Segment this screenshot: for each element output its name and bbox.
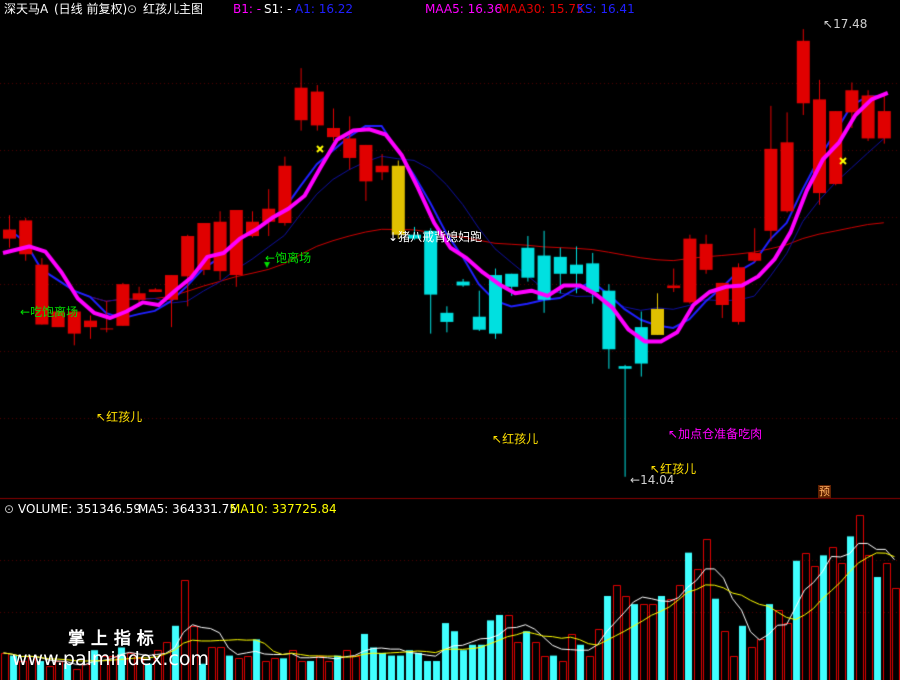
b1-value: B1: -	[233, 2, 262, 16]
watermark-url: www.palmindex.com	[12, 648, 210, 670]
add-position-signal: ↖加点仓准备吃肉	[668, 427, 763, 441]
zhu-ba-jie-signal: ↓猪八戒背媳妇跑	[388, 230, 483, 244]
volume-ma10: MA10: 337725.84	[230, 502, 337, 516]
volume-ma5: MA5: 364331.75	[138, 502, 237, 516]
hong-hai-er-signal-1: ↖红孩儿	[96, 410, 143, 424]
hong-hai-er-signal-3: ↖红孩儿	[650, 462, 697, 476]
forecast-badge: 预	[818, 485, 831, 498]
indicator-name[interactable]: 红孩儿主图	[143, 1, 203, 17]
exit-signal-1: ←吃饱离场	[20, 305, 79, 319]
high-price-marker: ↖17.48	[823, 17, 868, 31]
exit-signal-2: ←饱离场	[265, 251, 312, 265]
kline-chart-canvas[interactable]	[0, 0, 900, 680]
watermark-cn: 掌 上 指 标	[68, 629, 154, 649]
ks-value: KS: 16.41	[577, 2, 635, 16]
s1-value: S1: -	[264, 2, 292, 16]
hong-hai-er-signal-2: ↖红孩儿	[492, 432, 539, 446]
volume-value: VOLUME: 351346.59	[18, 502, 141, 516]
a1-value: A1: 16.22	[295, 2, 354, 16]
volume-menu-icon[interactable]: ⊙	[4, 501, 14, 517]
indicator-menu-icon[interactable]: ⊙	[127, 1, 137, 17]
stock-name: 深天马A	[4, 2, 49, 16]
period-label: (日线 前复权)	[54, 2, 128, 16]
maa30-value: MAA30: 15.75	[499, 2, 584, 16]
high-price-label: 17.48	[833, 17, 868, 31]
maa5-value: MAA5: 16.36	[425, 2, 502, 16]
